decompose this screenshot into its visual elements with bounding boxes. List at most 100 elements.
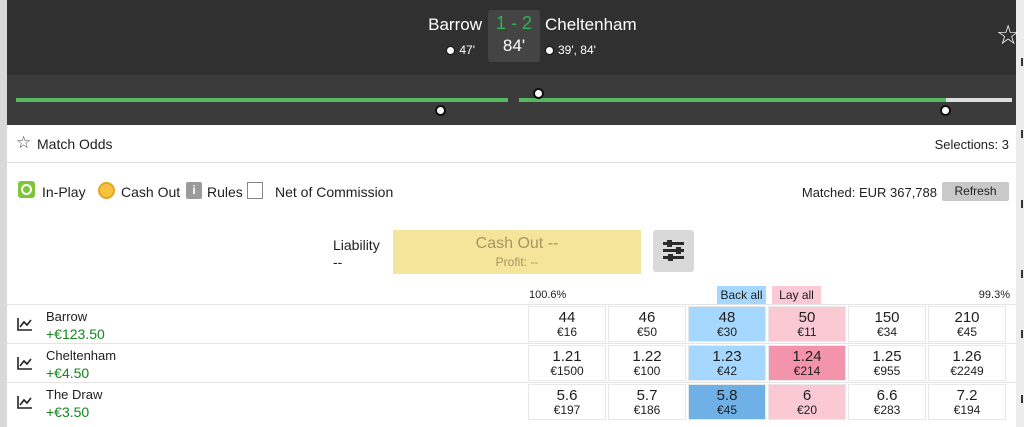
net-of-commission-checkbox[interactable] xyxy=(247,182,263,199)
net-of-commission-label[interactable]: Net of Commission xyxy=(275,184,393,200)
price-size: €214 xyxy=(793,364,821,378)
price-size: €197 xyxy=(553,403,581,417)
runner-profit-loss: +€3.50 xyxy=(46,404,90,420)
score-header: Barrow 1 - 2 84' Cheltenham 47' 39', 84'… xyxy=(7,0,1020,75)
price-odds: 5.7 xyxy=(636,387,658,404)
selections-count: Selections: 3 xyxy=(934,137,1009,152)
favourite-star-icon[interactable]: ☆ xyxy=(996,22,1020,49)
lay-price-2[interactable]: 6.6 €283 xyxy=(848,384,926,420)
price-odds: 1.24 xyxy=(792,348,822,365)
line-chart-icon[interactable] xyxy=(17,395,33,409)
price-size: €20 xyxy=(796,403,818,417)
price-size: €50 xyxy=(636,325,658,339)
price-size: €34 xyxy=(876,325,898,339)
cashout-button[interactable]: Cash Out -- Profit: -- xyxy=(393,230,641,274)
cashout-icon xyxy=(98,182,115,199)
refresh-button[interactable]: Refresh xyxy=(942,182,1009,201)
price-size: €194 xyxy=(953,403,981,417)
cashout-settings-button[interactable] xyxy=(653,230,694,272)
price-odds: 1.21 xyxy=(552,348,582,365)
price-odds: 1.23 xyxy=(712,348,742,365)
price-size: €42 xyxy=(716,364,738,378)
away-goal-times: 39', 84' xyxy=(545,43,596,57)
price-size: €45 xyxy=(956,325,978,339)
line-chart-icon[interactable] xyxy=(17,317,33,331)
price-size: €30 xyxy=(716,325,738,339)
back-price-3[interactable]: 5.6 €197 xyxy=(528,384,606,420)
back-price-best[interactable]: 48 €30 xyxy=(688,306,766,342)
price-odds: 44 xyxy=(558,309,576,326)
rules-link[interactable]: Rules xyxy=(207,184,243,200)
runner-name: Cheltenham xyxy=(46,348,117,363)
back-price-3[interactable]: 44 €16 xyxy=(528,306,606,342)
lay-price-best[interactable]: 1.24 €214 xyxy=(768,345,846,381)
football-icon xyxy=(545,46,554,55)
lay-price-2[interactable]: 1.25 €955 xyxy=(848,345,926,381)
home-goal-times: 47' xyxy=(446,43,475,57)
match-minute: 84' xyxy=(502,36,526,55)
football-icon xyxy=(446,46,456,55)
price-size: €2249 xyxy=(950,364,984,378)
lay-price-best[interactable]: 6 €20 xyxy=(768,384,846,420)
left-edge xyxy=(0,0,7,427)
away-goal-minutes: 39', 84' xyxy=(558,43,596,57)
score-box: 1 - 2 84' xyxy=(488,10,540,62)
price-odds: 7.2 xyxy=(956,387,978,404)
price-odds: 1.22 xyxy=(632,348,662,365)
price-size: €16 xyxy=(556,325,578,339)
home-team-name: Barrow xyxy=(428,15,482,34)
price-odds: 6 xyxy=(802,387,812,404)
inplay-label: In-Play xyxy=(42,184,86,200)
liability-value: -- xyxy=(333,254,343,270)
price-size: €11 xyxy=(797,325,817,339)
price-odds: 5.6 xyxy=(556,387,578,404)
price-odds: 48 xyxy=(718,309,736,326)
price-size: €186 xyxy=(633,403,661,417)
back-all-button[interactable]: Back all xyxy=(717,286,766,304)
lay-price-2[interactable]: 150 €34 xyxy=(848,306,926,342)
rules-info-icon[interactable]: i xyxy=(186,182,202,199)
runner-row: Cheltenham +€4.50 1.21 €1500 1.22 €100 1.2… xyxy=(7,343,1016,381)
lay-all-button[interactable]: Lay all xyxy=(772,286,821,304)
price-odds: 46 xyxy=(638,309,656,326)
price-size: €1500 xyxy=(550,364,584,378)
price-size: €283 xyxy=(873,403,901,417)
runner-name: The Draw xyxy=(46,387,103,402)
score: 1 - 2 xyxy=(495,13,533,33)
lay-price-3[interactable]: 7.2 €194 xyxy=(928,384,1006,420)
matched-amount: Matched: EUR 367,788 xyxy=(801,185,937,200)
back-price-2[interactable]: 1.22 €100 xyxy=(608,345,686,381)
runner-row: The Draw +€3.50 5.6 €197 5.7 €186 5.8 €45 6… xyxy=(7,382,1016,420)
runner-name: Barrow xyxy=(46,309,88,324)
market-info-row: In-Play Cash Out i Rules Net of Commissi… xyxy=(7,176,1016,206)
liability-label: Liability xyxy=(333,237,380,253)
second-half-bar-elapsed xyxy=(519,98,946,102)
runner-profit-loss: +€123.50 xyxy=(46,326,105,342)
market-favourite-star-icon[interactable]: ☆ xyxy=(16,133,31,153)
line-chart-icon[interactable] xyxy=(17,356,33,370)
away-team-name: Cheltenham xyxy=(545,15,637,34)
price-odds: 1.26 xyxy=(952,348,982,365)
back-price-2[interactable]: 5.7 €186 xyxy=(608,384,686,420)
lay-price-best[interactable]: 50 €11 xyxy=(768,306,846,342)
back-price-best[interactable]: 1.23 €42 xyxy=(688,345,766,381)
runner-row: Barrow +€123.50 44 €16 46 €50 48 €30 50 €11 … xyxy=(7,304,1016,342)
price-size: €100 xyxy=(633,364,661,378)
lay-price-3[interactable]: 210 €45 xyxy=(928,306,1006,342)
price-odds: 150 xyxy=(874,309,900,326)
price-odds: 6.6 xyxy=(876,387,898,404)
back-book-percentage: 100.6% xyxy=(529,289,567,301)
price-odds: 1.25 xyxy=(872,348,902,365)
cashout-label: Cash Out xyxy=(121,184,181,200)
back-price-3[interactable]: 1.21 €1500 xyxy=(528,345,606,381)
app-frame: Barrow 1 - 2 84' Cheltenham 47' 39', 84'… xyxy=(0,0,1024,427)
inplay-icon xyxy=(18,181,35,198)
price-odds: 50 xyxy=(798,309,816,326)
runner-profit-loss: +€4.50 xyxy=(46,365,90,381)
lay-price-3[interactable]: 1.26 €2249 xyxy=(928,345,1006,381)
match-timeline xyxy=(7,75,1016,125)
back-price-2[interactable]: 46 €50 xyxy=(608,306,686,342)
lay-book-percentage: 99.3% xyxy=(978,289,1010,301)
back-price-best[interactable]: 5.8 €45 xyxy=(688,384,766,420)
market-header: ☆ Match Odds Selections: 3 xyxy=(7,125,1016,163)
